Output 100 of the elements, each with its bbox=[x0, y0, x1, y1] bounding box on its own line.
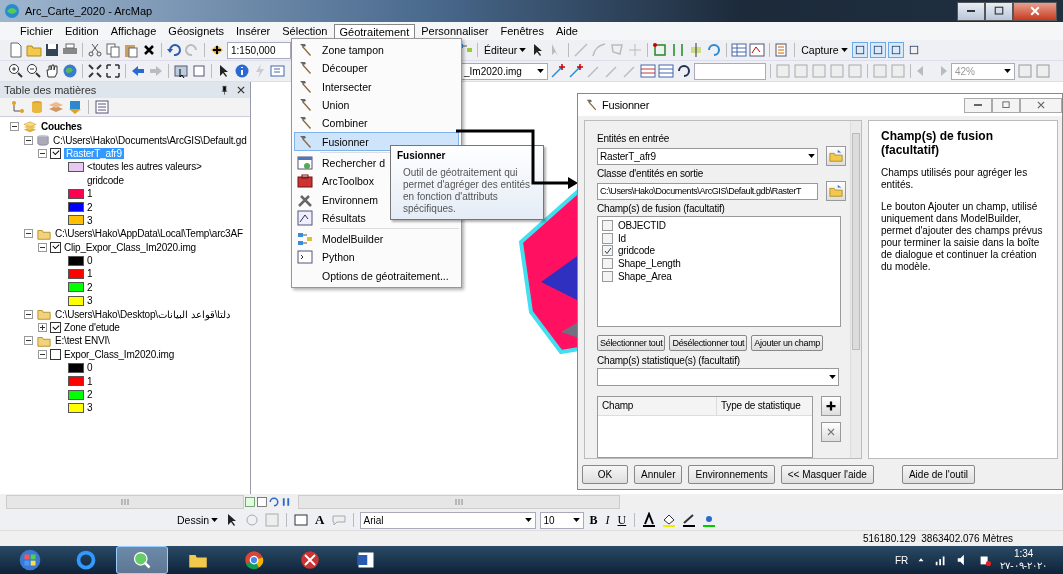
add-button[interactable] bbox=[821, 396, 841, 416]
collapse-icon[interactable] bbox=[24, 336, 33, 346]
collapse-icon[interactable] bbox=[38, 242, 47, 252]
format-button[interactable]: I bbox=[603, 512, 612, 528]
dialog-button[interactable]: Annuler bbox=[634, 464, 683, 484]
menu-item[interactable]: Géotraitement bbox=[333, 23, 416, 39]
remove-button[interactable] bbox=[821, 422, 841, 442]
collapse-icon[interactable] bbox=[38, 349, 47, 359]
layer-checkbox[interactable] bbox=[50, 241, 61, 253]
paste-icon[interactable] bbox=[123, 42, 139, 58]
select-features-icon[interactable] bbox=[173, 63, 189, 79]
text-field[interactable] bbox=[694, 62, 766, 80]
back-arrow-icon[interactable] bbox=[130, 63, 146, 79]
save-icon[interactable] bbox=[44, 42, 60, 58]
source-path[interactable]: E:\test ENVI\ bbox=[55, 335, 110, 347]
field-checkbox[interactable] bbox=[602, 258, 613, 270]
field-checkbox[interactable] bbox=[602, 219, 613, 231]
language-indicator[interactable]: FR bbox=[894, 554, 909, 566]
scrollbar-grip-icon[interactable] bbox=[120, 499, 130, 505]
font-size-dropdown[interactable]: 10 bbox=[539, 511, 584, 529]
html-popup-icon[interactable] bbox=[270, 63, 286, 79]
scissors-icon[interactable] bbox=[87, 42, 103, 58]
output-field[interactable]: C:\Users\Hako\Documents\ArcGIS\Default.gdb\RasterT bbox=[597, 182, 818, 200]
copy-icon[interactable] bbox=[105, 42, 121, 58]
collapse-icon[interactable] bbox=[24, 309, 33, 319]
scrollbar-grip-icon[interactable] bbox=[454, 499, 464, 505]
dialog-button[interactable]: Environnements bbox=[688, 464, 775, 484]
expand-icon[interactable] bbox=[38, 323, 47, 333]
menu-item[interactable]: Aide bbox=[549, 23, 584, 39]
list-button[interactable]: Ajouter un champ bbox=[751, 335, 824, 351]
menu-item[interactable]: Découper bbox=[294, 59, 459, 78]
field-checkbox[interactable] bbox=[602, 271, 613, 283]
add-vertex-icon[interactable] bbox=[568, 63, 584, 79]
format-button[interactable]: B bbox=[587, 512, 600, 528]
fill-color-icon[interactable] bbox=[661, 512, 678, 528]
vertex-icon[interactable] bbox=[652, 42, 669, 58]
text-tool[interactable]: A bbox=[313, 512, 327, 528]
scale-field[interactable]: 1:150,000 bbox=[227, 41, 291, 59]
menu-item[interactable]: Python bbox=[294, 248, 459, 267]
dialog-button[interactable]: OK bbox=[582, 464, 628, 484]
minimize-button[interactable] bbox=[957, 1, 985, 21]
pin-icon[interactable] bbox=[219, 84, 230, 96]
info-icon[interactable] bbox=[234, 63, 250, 79]
fixed-zoom-in-icon[interactable] bbox=[87, 63, 103, 79]
layer-dropdown[interactable]: _Im2020.img bbox=[460, 62, 548, 80]
layout-view-icon[interactable] bbox=[244, 496, 256, 508]
list-button[interactable]: Désélectionner tout bbox=[669, 335, 748, 351]
collapse-icon[interactable] bbox=[24, 229, 33, 239]
layer-name[interactable]: Zone d'etude bbox=[64, 322, 120, 334]
snapping-button[interactable] bbox=[869, 42, 886, 58]
table-icon[interactable] bbox=[731, 42, 748, 58]
input-dropdown[interactable]: RasterT_afr9 bbox=[597, 147, 818, 165]
undo-icon[interactable] bbox=[166, 42, 182, 58]
table-icon[interactable] bbox=[640, 63, 656, 79]
format-button[interactable]: U bbox=[615, 512, 629, 528]
zoom-out-icon[interactable] bbox=[26, 63, 42, 79]
menu-item[interactable]: Union bbox=[294, 95, 459, 115]
menu-item[interactable]: Options de géotraitement... bbox=[294, 266, 459, 285]
fixed-zoom-out-icon[interactable] bbox=[105, 63, 121, 79]
horizontal-scrollbar[interactable] bbox=[6, 495, 244, 509]
layer-checkbox[interactable] bbox=[50, 322, 61, 334]
dialog-button[interactable]: Aide de l'outil bbox=[901, 464, 976, 484]
field-checkbox[interactable] bbox=[602, 245, 613, 257]
maximize-button[interactable] bbox=[985, 1, 1013, 21]
menu-item[interactable]: Géosignets bbox=[162, 23, 230, 39]
collapse-icon[interactable] bbox=[38, 148, 47, 158]
layers-icon[interactable] bbox=[48, 99, 64, 115]
source-path[interactable]: C:\Users\Hako\Desktop\دلتا\قواعد البيانات bbox=[55, 308, 231, 320]
snapping-button[interactable] bbox=[851, 42, 868, 58]
layer-name[interactable]: Expor_Class_Im2020.img bbox=[64, 348, 175, 360]
source-path[interactable]: C:\Users\Hako\Documents\ArcGIS\Default.gd bbox=[53, 134, 247, 146]
collapse-icon[interactable] bbox=[10, 122, 19, 132]
layer-name[interactable]: Clip_Expor_Class_Im2020.img bbox=[64, 241, 196, 253]
menu-item[interactable]: Edition bbox=[59, 23, 105, 39]
draw-menu[interactable]: Dessin bbox=[175, 514, 221, 526]
close-icon[interactable] bbox=[236, 84, 246, 95]
menu-item[interactable]: Sélection bbox=[276, 23, 334, 39]
add-data-icon[interactable] bbox=[209, 42, 225, 58]
menu-item[interactable]: Zone tampon bbox=[294, 41, 459, 60]
menu-item[interactable]: Affichage bbox=[104, 23, 163, 39]
collapse-icon[interactable] bbox=[24, 135, 33, 145]
close-button[interactable] bbox=[1013, 1, 1057, 21]
menu-item[interactable]: Insérer bbox=[230, 23, 277, 39]
snapping-button[interactable] bbox=[887, 42, 904, 58]
line-color-icon[interactable] bbox=[681, 512, 698, 528]
data-view-icon[interactable] bbox=[256, 496, 268, 508]
font-dropdown[interactable]: Arial bbox=[359, 511, 536, 529]
menu-item[interactable]: Personnaliser bbox=[415, 23, 495, 39]
menu-item[interactable]: Intersecter bbox=[294, 77, 459, 96]
zoom-in-icon[interactable] bbox=[8, 63, 24, 79]
source-path[interactable]: C:\Users\Hako\AppData\Local\Temp\arc3AF bbox=[55, 228, 243, 240]
pan-hand-icon[interactable] bbox=[44, 63, 60, 79]
refresh-icon[interactable] bbox=[268, 496, 280, 508]
new-file-icon[interactable] bbox=[8, 42, 24, 58]
capture-menu[interactable]: Capture bbox=[799, 44, 850, 56]
rectangle-icon[interactable] bbox=[293, 512, 310, 528]
layer-checkbox[interactable] bbox=[50, 348, 61, 360]
minimize-button[interactable] bbox=[964, 97, 992, 113]
browse-button[interactable] bbox=[826, 146, 846, 166]
group-name[interactable]: Couches bbox=[41, 121, 82, 133]
